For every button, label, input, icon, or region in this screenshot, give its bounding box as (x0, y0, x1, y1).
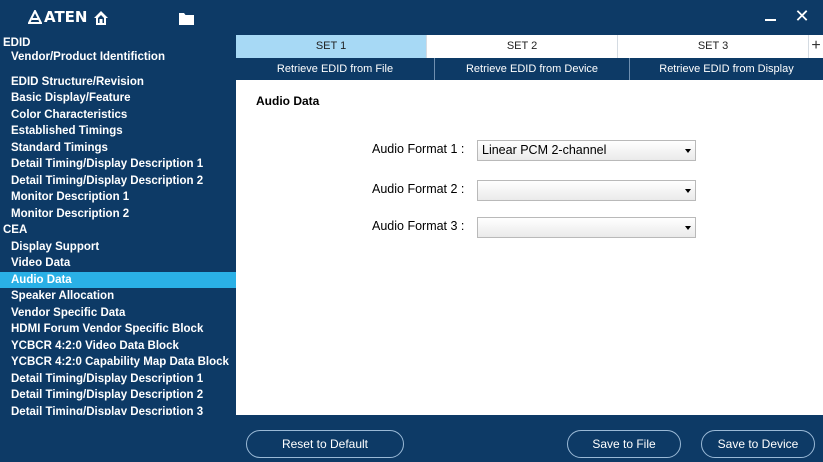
sidebar-item[interactable]: Established Timings (0, 123, 236, 140)
sidebar-item[interactable]: Vendor/Product Identifiction (0, 51, 200, 74)
tab-set-1[interactable]: SET 1 (236, 35, 427, 58)
audio-format-2-label: Audio Format 2 : (372, 182, 465, 196)
folder-icon[interactable] (176, 8, 196, 28)
sidebar-item[interactable]: Display Support (0, 239, 236, 256)
audio-format-2-select[interactable] (477, 180, 696, 201)
sidebar-item[interactable]: Vendor Specific Data (0, 305, 236, 322)
sidebar-item[interactable]: Speaker Allocation (0, 288, 236, 305)
sidebar-item[interactable]: Detail Timing/Display Description 1 (0, 156, 236, 173)
sidebar-item[interactable]: Video Data (0, 255, 236, 272)
tab-set-2[interactable]: SET 2 (427, 35, 618, 58)
sidebar-item[interactable]: YCBCR 4:2:0 Capability Map Data Block (0, 354, 236, 371)
audio-format-1-label: Audio Format 1 : (372, 142, 465, 156)
minimize-icon[interactable] (762, 8, 780, 28)
sidebar-item[interactable]: Audio Data (0, 271, 236, 288)
audio-format-3-select[interactable] (477, 217, 696, 238)
sidebar-item[interactable]: HDMI Forum Vendor Specific Block (0, 321, 236, 338)
close-icon[interactable]: ✕ (792, 6, 812, 28)
title-bar: ATEN ✕ (0, 0, 823, 35)
tab-set-3[interactable]: SET 3 (618, 35, 809, 58)
home-icon[interactable] (91, 8, 111, 28)
retrieve-from-file-button[interactable]: Retrieve EDID from File (236, 58, 435, 80)
audio-format-1-select[interactable]: Linear PCM 2-channel (477, 140, 696, 161)
sidebar-item[interactable]: Detail Timing/Display Description 2 (0, 387, 236, 404)
sidebar-item[interactable]: Basic Display/Feature (0, 90, 236, 107)
sidebar-item[interactable]: Detail Timing/Display Description 1 (0, 371, 236, 388)
sidebar-item[interactable]: Monitor Description 2 (0, 206, 236, 223)
sidebar-item[interactable]: Standard Timings (0, 140, 236, 157)
sidebar-section-header[interactable]: CEA (0, 222, 236, 239)
audio-format-3-label: Audio Format 3 : (372, 219, 465, 233)
dropdown-caret-icon (685, 149, 691, 153)
sidebar-item[interactable]: YCBCR 4:2:0 Video Data Block (0, 338, 236, 355)
page-title: Audio Data (256, 94, 320, 108)
save-to-device-button[interactable]: Save to Device (701, 430, 815, 458)
sidebar-item[interactable]: Monitor Description 1 (0, 189, 236, 206)
add-set-icon[interactable]: + (809, 35, 823, 58)
aten-logo: ATEN (28, 8, 87, 26)
aten-logo-mark-icon (28, 10, 42, 24)
set-tabs: SET 1 SET 2 SET 3 + (236, 35, 823, 58)
footer-bar (0, 415, 823, 462)
retrieve-bar: Retrieve EDID from File Retrieve EDID fr… (236, 58, 823, 80)
sidebar-item[interactable]: Detail Timing/Display Description 2 (0, 173, 236, 190)
dropdown-caret-icon (685, 226, 691, 230)
sidebar-section-header[interactable]: EDID (0, 35, 236, 52)
main-content: Audio Data Audio Format 1 : Linear PCM 2… (236, 80, 823, 415)
sidebar-item[interactable]: Color Characteristics (0, 107, 236, 124)
dropdown-caret-icon (685, 189, 691, 193)
save-to-file-button[interactable]: Save to File (567, 430, 681, 458)
reset-to-default-button[interactable]: Reset to Default (246, 430, 404, 458)
logo-text: ATEN (44, 8, 88, 26)
retrieve-from-display-button[interactable]: Retrieve EDID from Display (630, 58, 823, 80)
sidebar-item[interactable]: EDID Structure/Revision (0, 74, 236, 91)
audio-format-1-value: Linear PCM 2-channel (482, 143, 607, 157)
sidebar: EDID Vendor/Product Identifiction EDID Str… (0, 35, 236, 418)
retrieve-from-device-button[interactable]: Retrieve EDID from Device (435, 58, 630, 80)
